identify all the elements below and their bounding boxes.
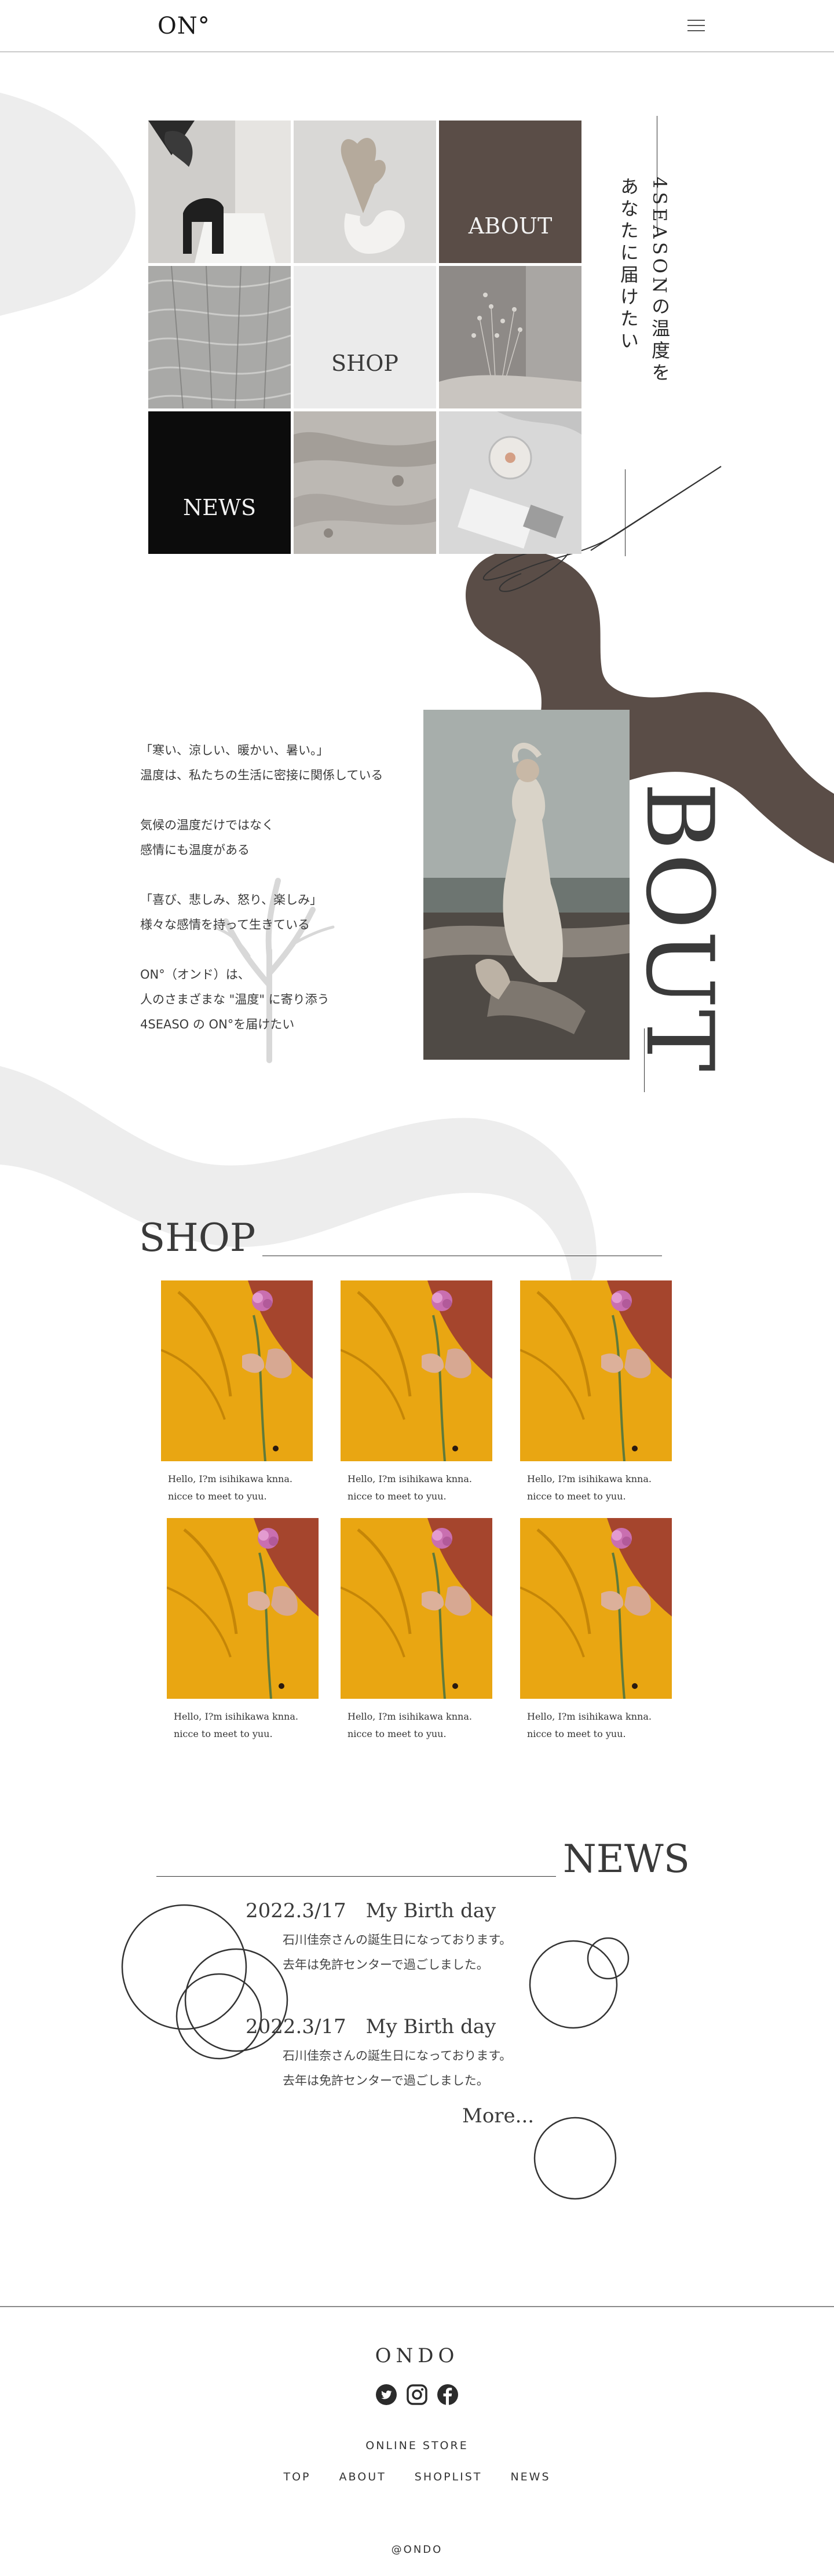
footer-logo[interactable]: ONDO <box>0 2344 834 2367</box>
about-line: ON°（オンド）は、 <box>140 968 250 981</box>
about-text: 「寒い、涼しい、暖かい、暑い。」 温度は、私たちの生活に密接に関係している 気候… <box>140 738 430 1062</box>
product-caption-line: nicce to meet to yuu. <box>348 1728 447 1739</box>
facebook-icon[interactable] <box>437 2384 459 2406</box>
tile-fabric-photo <box>148 266 291 408</box>
tile-news-label: NEWS <box>182 495 257 520</box>
product-caption: Hello, I?m isihikawa knna. nicce to meet … <box>341 1708 492 1743</box>
footer-social-links <box>375 2384 459 2407</box>
product-card[interactable]: Hello, I?m isihikawa knna. nicce to meet … <box>161 1280 313 1505</box>
product-caption: Hello, I?m isihikawa knna. nicce to meet … <box>167 1708 319 1743</box>
news-heading-line <box>156 1876 556 1877</box>
hero-vertical-line-2: あなたに届けたい <box>617 177 639 353</box>
product-caption: Hello, I?m isihikawa knna. nicce to meet … <box>341 1471 492 1505</box>
about-line: 「寒い、涼しい、暖かい、暑い。」 <box>140 743 329 757</box>
news-more-link[interactable]: More... <box>462 2104 534 2128</box>
tile-candle-photo <box>439 411 581 554</box>
footer-nav: TOP ABOUT SHOPLIST NEWS <box>0 2471 834 2483</box>
about-paragraph: 気候の温度だけではなく 感情にも温度がある <box>140 813 430 863</box>
instagram-icon[interactable] <box>406 2384 428 2406</box>
tile-about-label: ABOUT <box>468 213 553 239</box>
product-card[interactable]: Hello, I?m isihikawa knna. nicce to meet … <box>520 1518 672 1743</box>
news-body-line: 石川佳奈さんの誕生日になっております。 <box>283 1933 512 1947</box>
product-caption: Hello, I?m isihikawa knna. nicce to meet … <box>520 1708 672 1743</box>
news-item[interactable]: 2022.3/17 My Birth day 石川佳奈さんの誕生日になっておりま… <box>246 1895 511 1977</box>
news-heading: NEWS <box>563 1837 690 1881</box>
product-caption-line: Hello, I?m isihikawa knna. <box>348 1473 472 1484</box>
shop-heading: SHOP <box>139 1216 256 1260</box>
hero-vertical-text: 4SEASONの温度を あなたに届けたい <box>606 116 671 556</box>
about-line: 「喜び、悲しみ、怒り、楽しみ」 <box>140 893 323 907</box>
product-caption-line: Hello, I?m isihikawa knna. <box>174 1711 298 1722</box>
product-card[interactable]: Hello, I?m isihikawa knna. nicce to meet … <box>341 1518 492 1743</box>
product-caption-line: Hello, I?m isihikawa knna. <box>168 1473 292 1484</box>
tile-news[interactable]: NEWS <box>148 411 291 554</box>
product-card[interactable]: Hello, I?m isihikawa knna. nicce to meet … <box>341 1280 492 1505</box>
hamburger-menu-icon[interactable] <box>687 19 705 32</box>
product-caption-line: nicce to meet to yuu. <box>168 1491 267 1502</box>
footer-online-store-link[interactable]: ONLINE STORE <box>0 2439 834 2452</box>
tile-shop[interactable]: SHOP <box>294 266 436 408</box>
product-caption-line: nicce to meet to yuu. <box>348 1491 447 1502</box>
product-caption-line: nicce to meet to yuu. <box>174 1728 273 1739</box>
product-caption-line: Hello, I?m isihikawa knna. <box>527 1473 652 1484</box>
news-body-line: 去年は免許センターで過ごしました。 <box>283 2074 489 2088</box>
hero-grid: ABOUT SHOP NEWS <box>148 121 581 554</box>
tile-dried-flowers-photo <box>439 266 581 408</box>
about-paragraph: 「喜び、悲しみ、怒り、楽しみ」 様々な感情を持って生きている <box>140 888 430 937</box>
product-caption: Hello, I?m isihikawa knna. nicce to meet … <box>520 1471 672 1505</box>
about-line: 感情にも温度がある <box>140 843 250 857</box>
footer-nav-news[interactable]: NEWS <box>510 2471 550 2483</box>
site-footer: ONDO ONLINE STORE TOP ABOUT SHOPLIST NEW… <box>0 2306 834 2576</box>
about-heading-vertical: BOUT <box>626 782 734 1073</box>
news-body: 石川佳奈さんの誕生日になっております。 去年は免許センターで過ごしました。 <box>283 1928 511 1977</box>
footer-nav-about[interactable]: ABOUT <box>339 2471 386 2483</box>
site-header: ON° <box>0 0 834 52</box>
product-image[interactable] <box>167 1518 319 1699</box>
footer-nav-top[interactable]: TOP <box>283 2471 310 2483</box>
product-image[interactable] <box>341 1518 492 1699</box>
product-caption-line: Hello, I?m isihikawa knna. <box>527 1711 652 1722</box>
hero-vertical-line-1: 4SEASONの温度を <box>649 177 671 385</box>
about-line: 温度は、私たちの生活に密接に関係している <box>140 768 383 782</box>
product-image[interactable] <box>520 1518 672 1699</box>
footer-nav-shoplist[interactable]: SHOPLIST <box>415 2471 482 2483</box>
news-date-title[interactable]: 2022.3/17 My Birth day <box>246 2011 511 2039</box>
news-date-title[interactable]: 2022.3/17 My Birth day <box>246 1895 511 1923</box>
about-model-photo <box>423 710 630 1060</box>
product-image[interactable] <box>341 1280 492 1461</box>
news-body: 石川佳奈さんの誕生日になっております。 去年は免許センターで過ごしました。 <box>283 2044 511 2093</box>
tile-vase-photo <box>294 121 436 263</box>
product-image[interactable] <box>161 1280 313 1461</box>
about-heading-line <box>644 1028 645 1092</box>
product-image[interactable] <box>520 1280 672 1461</box>
about-line: 様々な感情を持って生きている <box>140 918 310 932</box>
tile-shop-label: SHOP <box>331 351 398 376</box>
footer-copyright: @ONDO <box>391 2544 443 2556</box>
news-item[interactable]: 2022.3/17 My Birth day 石川佳奈さんの誕生日になっておりま… <box>246 2011 511 2093</box>
vertical-line-bottom <box>625 469 626 556</box>
about-line: 気候の温度だけではなく <box>140 818 274 832</box>
tile-interior-photo <box>148 121 291 263</box>
product-card[interactable]: Hello, I?m isihikawa knna. nicce to meet … <box>167 1518 319 1743</box>
about-line: 4SEASO の ON°を届けたい <box>140 1017 295 1031</box>
product-caption-line: Hello, I?m isihikawa knna. <box>348 1711 472 1722</box>
product-caption-line: nicce to meet to yuu. <box>527 1728 626 1739</box>
news-body-line: 去年は免許センターで過ごしました。 <box>283 1958 489 1972</box>
product-caption-line: nicce to meet to yuu. <box>527 1491 626 1502</box>
product-card[interactable]: Hello, I?m isihikawa knna. nicce to meet … <box>520 1280 672 1505</box>
twitter-icon[interactable] <box>375 2384 397 2406</box>
tile-sand-photo <box>294 411 436 554</box>
about-paragraph: 「寒い、涼しい、暖かい、暑い。」 温度は、私たちの生活に密接に関係している <box>140 738 430 788</box>
tile-about[interactable]: ABOUT <box>439 121 581 263</box>
product-caption: Hello, I?m isihikawa knna. nicce to meet … <box>161 1471 313 1505</box>
about-line: 人のさまざまな "温度" に寄り添う <box>140 993 330 1006</box>
about-paragraph: ON°（オンド）は、 人のさまざまな "温度" に寄り添う 4SEASO の O… <box>140 962 430 1037</box>
news-body-line: 石川佳奈さんの誕生日になっております。 <box>283 2049 512 2063</box>
site-logo[interactable]: ON° <box>158 13 210 39</box>
